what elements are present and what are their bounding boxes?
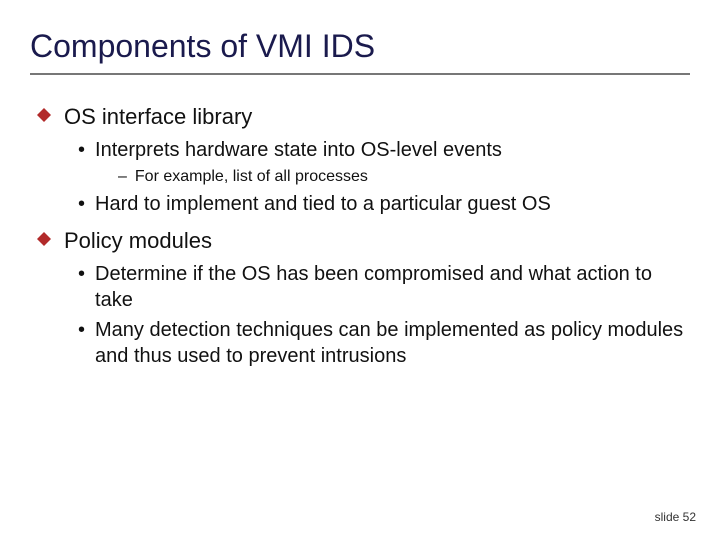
list-item: • Interprets hardware state into OS-leve… xyxy=(78,137,690,163)
bullet-icon: • xyxy=(78,317,85,343)
list-item: • Determine if the OS has been compromis… xyxy=(78,261,690,313)
list-subitem: – For example, list of all processes xyxy=(118,167,690,188)
bullet-icon: • xyxy=(78,137,85,163)
list-item-text: Hard to implement and tied to a particul… xyxy=(95,191,551,217)
diamond-icon xyxy=(36,231,54,249)
bullet-icon: • xyxy=(78,261,85,287)
list-item-text: Determine if the OS has been compromised… xyxy=(95,261,690,313)
section-heading-text: OS interface library xyxy=(64,103,252,131)
slide-title: Components of VMI IDS xyxy=(30,28,690,65)
list-subitem-text: For example, list of all processes xyxy=(135,167,368,188)
slide: Components of VMI IDS OS interface libra… xyxy=(0,0,720,540)
title-rule xyxy=(30,73,690,75)
slide-number: slide 52 xyxy=(655,510,696,524)
section-heading: Policy modules xyxy=(36,227,690,255)
section-heading: OS interface library xyxy=(36,103,690,131)
dash-icon: – xyxy=(118,167,127,188)
list-item-text: Interprets hardware state into OS-level … xyxy=(95,137,502,163)
diamond-icon xyxy=(36,107,54,125)
section-heading-text: Policy modules xyxy=(64,227,212,255)
list-item: • Many detection techniques can be imple… xyxy=(78,317,690,369)
list-item: • Hard to implement and tied to a partic… xyxy=(78,191,690,217)
bullet-icon: • xyxy=(78,191,85,217)
slide-content: OS interface library • Interprets hardwa… xyxy=(30,103,690,369)
list-item-text: Many detection techniques can be impleme… xyxy=(95,317,690,369)
